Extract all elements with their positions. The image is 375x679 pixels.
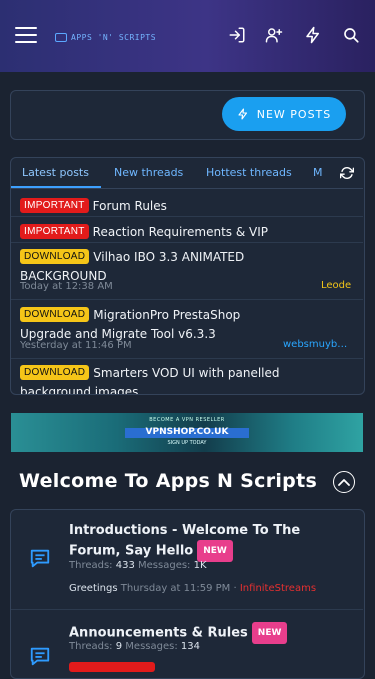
thread-title[interactable]: Smarters VOD UI with panelled bbox=[93, 366, 279, 380]
lightning-icon bbox=[238, 108, 247, 120]
chat-bubble-icon bbox=[29, 547, 51, 569]
list-item[interactable]: DOWNLOAD Smarters VOD UI with panelled ba… bbox=[20, 362, 280, 394]
search-icon[interactable] bbox=[342, 26, 360, 44]
post-time: Today at 12:38 AM bbox=[20, 281, 113, 292]
thread-title-continued[interactable]: background images bbox=[20, 385, 138, 394]
latest-user[interactable]: InfiniteStreams bbox=[240, 583, 316, 594]
forum-title-line2[interactable]: Forum, Say Hello bbox=[69, 544, 193, 559]
menu-icon[interactable] bbox=[15, 27, 37, 43]
forum-stats: Threads: 433 Messages: 1K bbox=[69, 560, 207, 571]
site-logo[interactable]: APPS 'N' SCRIPTS bbox=[55, 30, 156, 44]
forum-stats: Threads: 9 Messages: 134 bbox=[69, 641, 200, 652]
thread-title[interactable]: MigrationPro PrestaShop bbox=[93, 308, 240, 322]
new-posts-button[interactable]: NEW POSTS bbox=[222, 97, 346, 131]
divider bbox=[11, 242, 363, 243]
prefix-badge: IMPORTANT bbox=[20, 198, 89, 213]
new-posts-label: NEW POSTS bbox=[256, 107, 332, 121]
prefix-badge: IMPORTANT bbox=[20, 224, 89, 239]
lightning-icon[interactable] bbox=[304, 26, 322, 44]
forum-title[interactable]: Introductions - Welcome To The Forum, Sa… bbox=[69, 522, 300, 562]
thread-title[interactable]: Forum Rules bbox=[93, 199, 167, 213]
forum-latest-post[interactable]: Greetings Thursday at 11:59 PM · Infinit… bbox=[69, 583, 316, 594]
list-item[interactable]: IMPORTANT Reaction Requirements & VIP bbox=[20, 221, 268, 240]
monitor-icon bbox=[55, 32, 67, 42]
tab-new-threads[interactable]: New threads bbox=[114, 166, 183, 179]
tab-bar: Latest posts New threads Hottest threads… bbox=[11, 158, 363, 189]
latest-time: Thursday at 11:59 PM bbox=[120, 583, 231, 594]
thread-title-continued[interactable]: Upgrade and Migrate Tool v6.3.3 bbox=[20, 327, 216, 341]
divider bbox=[11, 609, 363, 610]
divider bbox=[11, 216, 363, 217]
prefix-badge bbox=[69, 662, 155, 672]
post-user[interactable]: websmuyb… bbox=[283, 339, 347, 350]
refresh-icon[interactable] bbox=[339, 165, 355, 179]
top-navbar: APPS 'N' SCRIPTS bbox=[0, 0, 375, 72]
active-tab-indicator bbox=[11, 186, 101, 188]
latest-thread-title[interactable]: Greetings bbox=[69, 583, 118, 594]
forum-title-line1[interactable]: Introductions - Welcome To The bbox=[69, 523, 300, 538]
prefix-badge: DOWNLOAD bbox=[20, 249, 90, 264]
banner-line2: VPNSHOP.CO.UK bbox=[145, 427, 229, 437]
collapse-button[interactable] bbox=[333, 471, 355, 493]
new-badge: NEW bbox=[251, 622, 288, 644]
vpn-banner-ad[interactable]: BECOME A VPN RESELLER VPNSHOP.CO.UK SIGN… bbox=[11, 413, 363, 452]
login-icon[interactable] bbox=[228, 26, 246, 44]
thread-title[interactable]: Reaction Requirements & VIP bbox=[93, 225, 268, 239]
section-title: Welcome To Apps N Scripts bbox=[19, 470, 318, 492]
divider bbox=[11, 358, 363, 359]
prefix-badge: DOWNLOAD bbox=[20, 365, 90, 380]
banner-line3: SIGN UP TODAY bbox=[167, 440, 207, 446]
post-time: Yesterday at 11:46 PM bbox=[20, 340, 132, 351]
logo-text: APPS 'N' SCRIPTS bbox=[71, 32, 157, 42]
list-item[interactable]: DOWNLOAD MigrationPro PrestaShop Upgrade … bbox=[20, 304, 240, 342]
prefix-badge: DOWNLOAD bbox=[20, 307, 90, 322]
chevron-up-icon bbox=[338, 479, 350, 486]
divider bbox=[11, 299, 363, 300]
post-user[interactable]: Leode bbox=[321, 280, 351, 291]
thread-title[interactable]: Vilhao IBO 3.3 ANIMATED bbox=[93, 250, 244, 264]
list-item[interactable]: DOWNLOAD Vilhao IBO 3.3 ANIMATED BACKGROU… bbox=[20, 246, 244, 284]
new-badge: NEW bbox=[197, 540, 233, 562]
tab-more[interactable]: M bbox=[313, 166, 323, 179]
chat-bubble-icon bbox=[29, 645, 51, 667]
tab-latest-posts[interactable]: Latest posts bbox=[22, 166, 89, 179]
forum-title-line1[interactable]: Announcements & Rules bbox=[69, 626, 248, 641]
tab-hottest-threads[interactable]: Hottest threads bbox=[206, 166, 292, 179]
list-item[interactable]: IMPORTANT Forum Rules bbox=[20, 195, 167, 214]
banner-line1: BECOME A VPN RESELLER bbox=[149, 417, 225, 423]
register-icon[interactable] bbox=[265, 26, 285, 44]
